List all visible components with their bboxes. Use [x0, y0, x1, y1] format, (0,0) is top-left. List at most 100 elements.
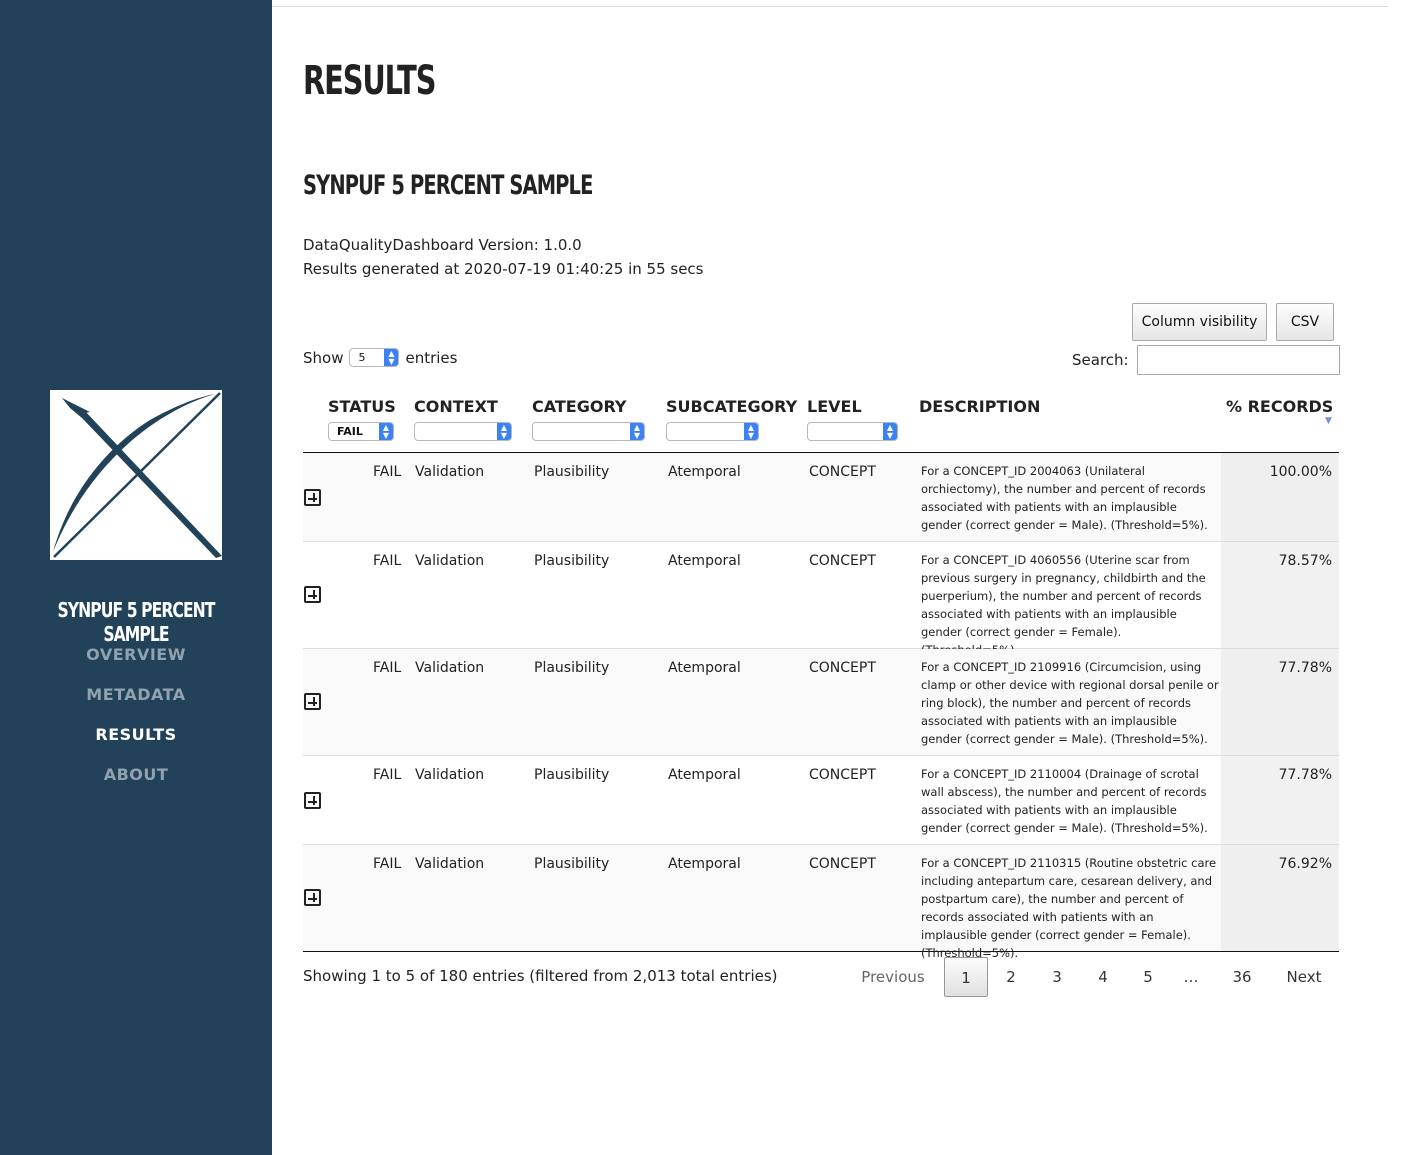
header-level[interactable]: LEVEL ▲ ▼ — [807, 397, 898, 441]
status-cell: FAIL — [373, 767, 402, 783]
pagination-next[interactable]: Next — [1274, 957, 1334, 997]
table-row[interactable]: FAIL Validation Plausibility Atemporal C… — [303, 756, 1339, 845]
show-entries-control: Show 5 ▲ ▼ entries — [303, 348, 457, 367]
pagination-page-2[interactable]: 2 — [993, 957, 1029, 997]
table-row[interactable]: FAIL Validation Plausibility Atemporal C… — [303, 542, 1339, 657]
context-cell: Validation — [415, 553, 485, 569]
results-table: STATUS FAIL ▲ ▼ CONTEXT ▲ ▼ CATEGORY ▲ ▼ SU… — [303, 392, 1339, 960]
records-cell: 100.00% — [1269, 464, 1332, 480]
table-row[interactable]: FAIL Validation Plausibility Atemporal C… — [303, 649, 1339, 756]
dataset-title: SYNPUF 5 PERCENT SAMPLE — [303, 170, 593, 201]
level-cell: CONCEPT — [809, 660, 876, 676]
nav-item-results[interactable]: RESULTS — [0, 724, 272, 764]
search-input[interactable] — [1136, 345, 1340, 375]
version-text: DataQualityDashboard Version: 1.0.0 — [303, 236, 582, 254]
level-cell: CONCEPT — [809, 464, 876, 480]
status-cell: FAIL — [373, 660, 402, 676]
status-cell: FAIL — [373, 553, 402, 569]
header-description[interactable]: DESCRIPTION — [919, 397, 1040, 416]
pagination-page-1[interactable]: 1 — [944, 957, 988, 997]
table-row[interactable]: FAIL Validation Plausibility Atemporal C… — [303, 453, 1339, 542]
header-context[interactable]: CONTEXT ▲ ▼ — [414, 397, 512, 441]
category-cell: Plausibility — [534, 767, 610, 783]
page-title: RESULTS — [303, 58, 436, 104]
entries-select[interactable]: 5 ▲ ▼ — [349, 348, 400, 367]
context-cell: Validation — [415, 767, 485, 783]
records-cell: 77.78% — [1278, 767, 1332, 783]
level-filter-select[interactable]: ▲ ▼ — [807, 422, 898, 441]
subcategory-cell: Atemporal — [668, 553, 741, 569]
subcategory-cell: Atemporal — [668, 660, 741, 676]
context-cell: Validation — [415, 856, 485, 872]
expand-row-icon[interactable] — [304, 489, 321, 506]
sidebar: SYNPUF 5 PERCENT SAMPLE OVERVIEW METADAT… — [0, 0, 272, 1155]
table-row[interactable]: FAIL Validation Plausibility Atemporal C… — [303, 845, 1339, 960]
subcategory-cell: Atemporal — [668, 767, 741, 783]
pagination-page-3[interactable]: 3 — [1039, 957, 1075, 997]
records-cell: 77.78% — [1278, 660, 1332, 676]
expand-row-icon[interactable] — [304, 693, 321, 710]
context-cell: Validation — [415, 464, 485, 480]
column-visibility-button[interactable]: Column visibility — [1132, 303, 1267, 341]
select-arrows-icon: ▲ ▼ — [883, 423, 897, 440]
select-arrows-icon: ▲ ▼ — [630, 423, 644, 440]
header-category[interactable]: CATEGORY ▲ ▼ — [532, 397, 645, 441]
category-cell: Plausibility — [534, 660, 610, 676]
csv-export-button[interactable]: CSV — [1276, 303, 1334, 341]
context-filter-select[interactable]: ▲ ▼ — [414, 422, 512, 441]
header-subcategory-label: SUBCATEGORY — [666, 397, 798, 416]
pagination-page-36[interactable]: 36 — [1220, 957, 1264, 997]
expand-row-icon[interactable] — [304, 792, 321, 809]
description-cell: For a CONCEPT_ID 2109916 (Circumcision, … — [921, 660, 1219, 746]
level-cell: CONCEPT — [809, 767, 876, 783]
status-filter-select[interactable]: FAIL ▲ ▼ — [328, 422, 394, 441]
table-header: STATUS FAIL ▲ ▼ CONTEXT ▲ ▼ CATEGORY ▲ ▼ SU… — [303, 392, 1339, 453]
app-logo — [50, 390, 222, 560]
status-filter-value: FAIL — [337, 425, 363, 438]
pagination-page-5[interactable]: 5 — [1130, 957, 1166, 997]
top-divider — [272, 6, 1388, 7]
sort-desc-icon[interactable]: ▼ — [1325, 416, 1332, 426]
show-label: Show — [303, 348, 344, 367]
category-filter-select[interactable]: ▲ ▼ — [532, 422, 645, 441]
expand-row-icon[interactable] — [304, 889, 321, 906]
select-arrows-icon: ▲ ▼ — [497, 423, 511, 440]
sidebar-dataset-title: SYNPUF 5 PERCENT SAMPLE — [57, 598, 216, 646]
select-arrows-icon: ▲ ▼ — [379, 423, 393, 440]
nav-item-overview[interactable]: OVERVIEW — [0, 644, 272, 684]
description-cell: For a CONCEPT_ID 2110315 (Routine obstet… — [921, 856, 1217, 960]
expand-row-icon[interactable] — [304, 586, 321, 603]
generated-text: Results generated at 2020-07-19 01:40:25… — [303, 260, 704, 278]
nav-item-metadata[interactable]: METADATA — [0, 684, 272, 724]
results-meta: DataQualityDashboard Version: 1.0.0 Resu… — [303, 233, 704, 281]
level-cell: CONCEPT — [809, 856, 876, 872]
records-cell: 78.57% — [1278, 553, 1332, 569]
header-category-label: CATEGORY — [532, 397, 627, 416]
subcategory-cell: Atemporal — [668, 464, 741, 480]
pagination-previous[interactable]: Previous — [852, 957, 934, 997]
description-cell: For a CONCEPT_ID 4060556 (Uterine scar f… — [921, 553, 1206, 657]
description-cell: For a CONCEPT_ID 2110004 (Drainage of sc… — [921, 767, 1208, 835]
description-cell: For a CONCEPT_ID 2004063 (Unilateral orc… — [921, 464, 1208, 532]
header-records[interactable]: % RECORDS — [1226, 397, 1333, 416]
header-status[interactable]: STATUS FAIL ▲ ▼ — [328, 397, 396, 441]
category-cell: Plausibility — [534, 464, 610, 480]
level-cell: CONCEPT — [809, 553, 876, 569]
category-cell: Plausibility — [534, 856, 610, 872]
nav-item-about[interactable]: ABOUT — [0, 764, 272, 804]
header-records-label: % RECORDS — [1226, 397, 1334, 416]
header-level-label: LEVEL — [807, 397, 862, 416]
status-cell: FAIL — [373, 464, 402, 480]
subcategory-cell: Atemporal — [668, 856, 741, 872]
pagination-ellipsis: … — [1183, 968, 1199, 986]
pagination-page-4[interactable]: 4 — [1085, 957, 1121, 997]
table-info: Showing 1 to 5 of 180 entries (filtered … — [303, 967, 778, 985]
subcategory-filter-select[interactable]: ▲ ▼ — [666, 422, 759, 441]
entries-label: entries — [405, 348, 458, 367]
entries-select-value: 5 — [358, 351, 366, 364]
select-arrows-icon: ▲ ▼ — [744, 423, 758, 440]
category-cell: Plausibility — [534, 553, 610, 569]
logo-x-mark — [50, 390, 222, 560]
header-subcategory[interactable]: SUBCATEGORY ▲ ▼ — [666, 397, 798, 441]
select-arrows-icon: ▲ ▼ — [384, 349, 399, 366]
